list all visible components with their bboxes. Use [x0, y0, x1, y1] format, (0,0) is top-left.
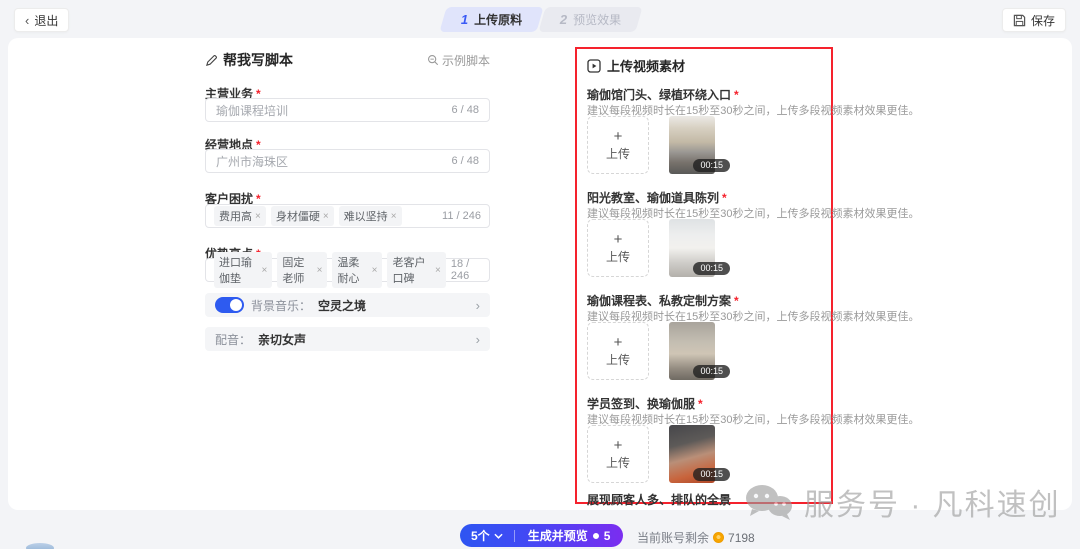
- plus-icon: +: [614, 438, 623, 453]
- upload-button-storefront[interactable]: + 上传: [587, 116, 649, 174]
- plus-icon: +: [614, 129, 623, 144]
- business-location-input[interactable]: 广州市海珠区 6 / 48: [205, 149, 490, 173]
- section-label-crowd: 展现顾客人多、排队的全景: [587, 491, 731, 508]
- tag-remove-icon[interactable]: ×: [435, 265, 441, 276]
- exit-button[interactable]: ‹ 退出: [14, 8, 69, 32]
- coin-icon: [713, 532, 724, 543]
- chevron-down-icon: [494, 533, 503, 539]
- tag-remove-icon[interactable]: ×: [317, 265, 323, 276]
- exit-button-label: 退出: [34, 12, 58, 29]
- music-toggle[interactable]: [215, 297, 244, 313]
- tag-item[interactable]: 难以坚持×: [339, 206, 402, 226]
- example-script-link[interactable]: 示例脚本: [427, 52, 490, 69]
- save-button[interactable]: 保存: [1002, 8, 1066, 32]
- duration-badge: 00:15: [693, 262, 730, 275]
- video-creation-app: ‹ 退出 1 上传原料 2 预览效果 保存: [0, 0, 1080, 549]
- step-label: 上传原料: [474, 11, 522, 28]
- upload-button-classroom[interactable]: + 上传: [587, 219, 649, 277]
- background-music-row[interactable]: 背景音乐： 空灵之境 ›: [205, 293, 490, 317]
- video-thumbnail-storefront[interactable]: 00:15: [669, 116, 715, 174]
- char-counter: 6 / 48: [451, 155, 479, 167]
- tag-remove-icon[interactable]: ×: [391, 211, 397, 222]
- required-asterisk: *: [722, 191, 727, 205]
- balance-value: 7198: [728, 531, 755, 545]
- step-number: 1: [461, 12, 468, 27]
- tag-remove-icon[interactable]: ×: [255, 211, 261, 222]
- tag-item[interactable]: 固定老师×: [277, 252, 327, 288]
- tag-remove-icon[interactable]: ×: [262, 265, 268, 276]
- tag-item[interactable]: 进口瑜伽垫×: [214, 252, 272, 288]
- advantages-tag-input[interactable]: 进口瑜伽垫× 固定老师× 温柔耐心× 老客户口碑× 18 / 246: [205, 258, 490, 282]
- tag-item[interactable]: 身材僵硬×: [271, 206, 334, 226]
- duration-badge: 00:15: [693, 468, 730, 481]
- upload-video-panel: 上传视频素材 瑜伽馆门头、绿植环绕入口* 建议每段视频时长在15秒至30秒之间，…: [575, 47, 833, 504]
- tag-item[interactable]: 温柔耐心×: [332, 252, 382, 288]
- voiceover-row[interactable]: 配音： 亲切女声 ›: [205, 327, 490, 351]
- upload-button-checkin[interactable]: + 上传: [587, 425, 649, 483]
- form-title: 帮我写脚本: [205, 50, 293, 70]
- upload-panel-title: 上传视频素材: [587, 56, 685, 75]
- section-label-classroom: 阳光教室、瑜伽道具陈列*: [587, 189, 727, 206]
- section-label-checkin: 学员签到、换瑜伽服*: [587, 395, 703, 412]
- duration-badge: 00:15: [693, 159, 730, 172]
- plus-icon: +: [614, 232, 623, 247]
- required-asterisk: *: [734, 88, 739, 102]
- customer-concerns-tag-input[interactable]: 费用高× 身材僵硬× 难以坚持× 11 / 246: [205, 204, 490, 228]
- video-icon: [587, 59, 601, 73]
- music-row-value: 空灵之境: [318, 297, 366, 314]
- tag-remove-icon[interactable]: ×: [323, 211, 329, 222]
- credit-icon: [593, 533, 599, 539]
- section-label-storefront: 瑜伽馆门头、绿植环绕入口*: [587, 86, 739, 103]
- video-thumbnail-classroom[interactable]: 00:15: [669, 219, 715, 277]
- generate-pill: 5个 生成并预览 5: [460, 524, 623, 547]
- voiceover-row-label: 配音：: [215, 331, 251, 348]
- pencil-icon: [205, 54, 218, 67]
- step-number: 2: [560, 12, 567, 27]
- section-label-schedule: 瑜伽课程表、私教定制方案*: [587, 292, 739, 309]
- video-count-dropdown[interactable]: 5个: [460, 524, 514, 547]
- step-label: 预览效果: [573, 11, 621, 28]
- account-balance: 当前账号剩余 7198: [637, 529, 755, 546]
- video-thumbnail-checkin[interactable]: 00:15: [669, 425, 715, 483]
- char-counter: 11 / 246: [442, 210, 481, 222]
- tag-item[interactable]: 费用高×: [214, 206, 266, 226]
- tag-item[interactable]: 老客户口碑×: [387, 252, 445, 288]
- duration-badge: 00:15: [693, 365, 730, 378]
- magnifier-icon: [427, 54, 439, 66]
- input-value: 广州市海珠区: [216, 153, 288, 170]
- tag-remove-icon[interactable]: ×: [372, 265, 378, 276]
- save-icon: [1013, 14, 1026, 27]
- balance-label: 当前账号剩余: [637, 529, 709, 546]
- chevron-right-icon: ›: [476, 332, 480, 347]
- required-asterisk: *: [734, 294, 739, 308]
- main-business-input[interactable]: 瑜伽课程培训 6 / 48: [205, 98, 490, 122]
- upload-button-schedule[interactable]: + 上传: [587, 322, 649, 380]
- main-card: 帮我写脚本 示例脚本 主营业务* 瑜伽课程培训 6 / 48: [8, 38, 1072, 510]
- script-form: 帮我写脚本 示例脚本 主营业务* 瑜伽课程培训 6 / 48: [205, 38, 490, 510]
- step-tab-upload-materials[interactable]: 1 上传原料: [443, 7, 540, 32]
- music-row-label: 背景音乐：: [251, 297, 311, 314]
- plus-icon: +: [614, 335, 623, 350]
- step-tab-preview-effect[interactable]: 2 预览效果: [542, 7, 639, 32]
- input-value: 瑜伽课程培训: [216, 102, 288, 119]
- chevron-left-icon: ‹: [25, 14, 29, 27]
- video-thumbnail-schedule[interactable]: 00:15: [669, 322, 715, 380]
- save-button-label: 保存: [1031, 12, 1055, 29]
- voiceover-row-value: 亲切女声: [258, 331, 306, 348]
- bottom-left-widget[interactable]: [26, 543, 54, 549]
- generate-preview-button[interactable]: 生成并预览 5: [515, 524, 624, 547]
- chevron-right-icon: ›: [476, 298, 480, 313]
- char-counter: 18 / 246: [451, 258, 481, 282]
- required-asterisk: *: [698, 397, 703, 411]
- char-counter: 6 / 48: [451, 104, 479, 116]
